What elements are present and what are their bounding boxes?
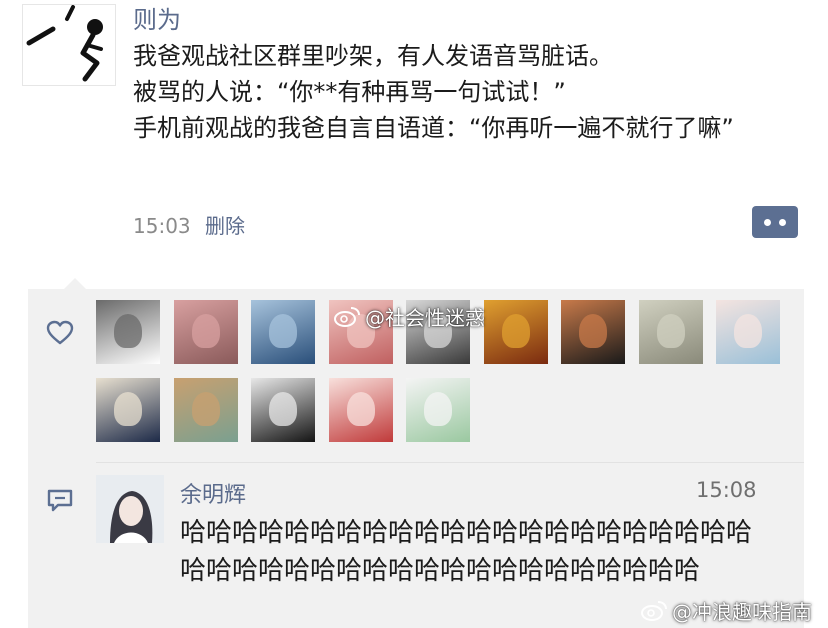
panel-pointer	[64, 278, 86, 289]
more-actions-button[interactable]	[752, 206, 798, 238]
avatar-penguin-cartoon[interactable]	[96, 378, 160, 442]
avatar-figure	[191, 314, 220, 348]
avatar-mountain-lake[interactable]	[251, 300, 315, 364]
stick-figure-icon	[26, 5, 103, 82]
avatar-figure	[424, 392, 452, 426]
avatar-black-logo[interactable]	[251, 378, 315, 442]
post-meta: 15:03 删除	[133, 210, 245, 239]
post-content: 我爸观战社区群里吵架，有人发语音骂脏话。 被骂的人说：“你**有种再骂一句试试！…	[133, 38, 793, 146]
weibo-logo-icon	[334, 306, 360, 327]
delete-link[interactable]: 删除	[205, 214, 245, 238]
heart-outline-icon	[46, 320, 74, 345]
avatar-sketch-cartoon[interactable]	[96, 300, 160, 364]
post-line: 被骂的人说：“你**有种再骂一句试试！”	[133, 78, 566, 106]
watermark-corner: @冲浪趣味指南	[640, 596, 812, 625]
commenter-name[interactable]: 余明辉	[180, 477, 246, 509]
post-time: 15:03	[133, 214, 191, 238]
avatar-cat[interactable]	[638, 300, 703, 364]
avatar-anime-girl-red-hair[interactable]	[328, 378, 393, 442]
avatar-figure	[346, 392, 375, 426]
avatar-figure	[656, 314, 685, 348]
avatar-anime-girl-blue-hair[interactable]	[716, 300, 780, 364]
post-line: 我爸观战社区群里吵架，有人发语音骂脏话。	[133, 42, 613, 70]
avatar-figure	[501, 314, 530, 348]
avatar-cartoon-animal[interactable]	[173, 378, 238, 442]
avatar-figure	[269, 314, 297, 348]
girl-photo-icon	[96, 475, 164, 543]
watermark-center: @社会性迷惑	[333, 302, 485, 331]
weibo-logo-icon	[641, 600, 667, 621]
dot-icon	[779, 219, 786, 226]
comment-time: 15:08	[696, 478, 757, 502]
avatar-figure	[114, 392, 142, 426]
avatar-figure	[114, 314, 142, 348]
divider	[96, 462, 804, 463]
avatar-figure	[734, 314, 762, 348]
avatar-anime-girl-green[interactable]	[406, 378, 470, 442]
commenter-avatar[interactable]	[96, 475, 164, 543]
comment-text: 哈哈哈哈哈哈哈哈哈哈哈哈哈哈哈哈哈哈哈哈哈哈哈哈哈哈哈哈哈哈哈哈哈哈哈哈哈哈哈哈…	[180, 518, 753, 586]
poster-avatar[interactable]	[22, 4, 116, 86]
avatar-figure	[191, 392, 220, 426]
avatar-pink-portrait[interactable]	[173, 300, 238, 364]
post-author-name[interactable]: 则为	[133, 0, 181, 35]
watermark-text: @社会性迷惑	[365, 306, 485, 330]
post-line: 手机前观战的我爸自言自语道：“你再听一遍不就行了嘛”	[133, 114, 734, 142]
avatar-sunglasses-man[interactable]	[561, 300, 625, 364]
dot-icon	[764, 219, 771, 226]
comment-bubble-icon	[47, 489, 73, 512]
avatar-autumn-leaves[interactable]	[483, 300, 548, 364]
watermark-text: @冲浪趣味指南	[672, 600, 812, 624]
avatar-figure	[579, 314, 607, 348]
avatar-figure	[269, 392, 297, 426]
